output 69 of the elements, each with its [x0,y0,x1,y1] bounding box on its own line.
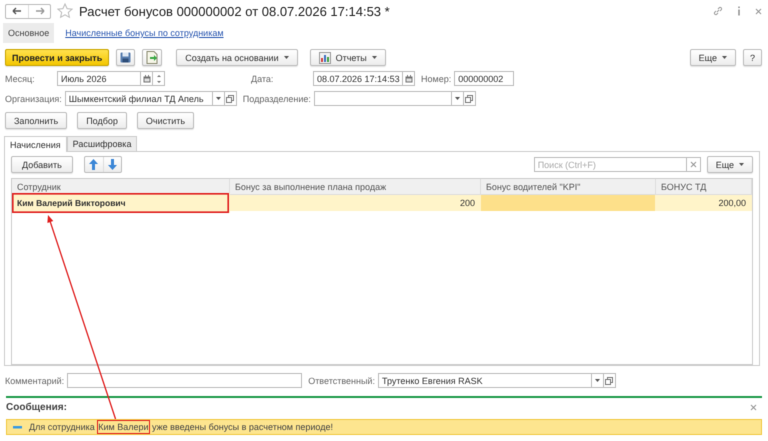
caret-icon [594,379,600,382]
open-window-icon[interactable] [226,94,234,102]
collapse-icon[interactable] [13,426,22,428]
action-button[interactable]: Очистить [136,112,194,129]
close-icon[interactable] [750,404,757,410]
date-field[interactable]: 08.07.2026 17:14:53 [313,71,403,86]
calendar-icon[interactable] [404,74,412,82]
calendar-icon[interactable] [142,74,150,82]
caret-icon [454,97,460,100]
section-link[interactable]: Начисленные бонусы по сотрудникам [60,23,229,43]
comment-field[interactable] [67,373,302,388]
section-tab[interactable]: Основное [3,23,54,43]
save-button[interactable] [116,49,136,66]
field-label: Комментарий: [5,376,64,386]
open-window-icon[interactable] [605,376,614,384]
organization-field[interactable]: Шымкентский филиал ТД Апель [64,91,213,106]
field-label: Ответственный: [308,376,375,386]
menu-button[interactable]: Отчеты [310,49,386,66]
tab[interactable]: Расшифровка [66,136,138,151]
field-label: Дата: [251,74,274,84]
department-field[interactable] [314,91,452,106]
help-button[interactable]: ? [742,49,762,66]
caret-icon [216,97,221,100]
action-button[interactable]: Заполнить [5,112,68,129]
star-icon[interactable] [57,3,73,19]
spin-icon[interactable] [156,74,160,84]
search-field[interactable]: Поиск (Ctrl+F) [534,157,687,172]
table-cell[interactable]: Ким Валерий Викторович [12,193,230,213]
field-label: Организация: [5,94,62,104]
message-text: уже введены бонусы в расчетном периоде! [151,422,333,432]
column-header[interactable]: Бонус водителей "KPI" [481,179,656,195]
messages-title: Сообщения: [6,402,67,412]
column-header[interactable]: БОНУС ТД [656,179,752,195]
report-icon [318,52,331,64]
forward-arrow-icon[interactable] [34,7,44,15]
clear-icon[interactable] [690,161,697,168]
document-arrow-icon[interactable] [146,51,158,64]
close-icon[interactable] [755,8,762,14]
window-title: Расчет бонусов 000000002 от 08.07.2026 17:14:53 * [79,4,390,18]
menu-button[interactable]: Создать на основании [176,49,298,66]
back-arrow-icon[interactable] [12,7,22,15]
field-label: Месяц: [5,74,36,84]
link-icon[interactable] [713,6,723,16]
field-label: Номер: [421,74,452,84]
save-icon[interactable] [120,52,132,63]
month-field[interactable]: Июль 2026 [57,71,141,86]
post-button[interactable] [142,49,162,66]
table-cell[interactable]: 200 [230,195,481,211]
more-button[interactable]: Еще [690,49,736,66]
move-down-icon[interactable] [108,159,117,170]
caret-icon [739,163,744,166]
field-label: Подразделение: [242,94,311,104]
message-text: Для сотрудника [29,422,96,432]
add-button[interactable]: Добавить [11,156,73,173]
caret-icon [372,56,377,59]
highlighted-name: Ким Валери [97,420,150,434]
tab[interactable]: Начисления [4,136,67,152]
post-and-close-button[interactable]: Провести и закрыть [5,49,110,66]
caret-icon [284,56,289,59]
column-header[interactable]: Бонус за выполнение плана продаж [230,179,481,195]
number-field[interactable]: 000000002 [454,71,514,86]
table-cell[interactable]: 200,00 [656,195,752,211]
open-window-icon[interactable] [465,94,474,102]
action-button[interactable]: Подбор [77,112,127,129]
move-up-icon[interactable] [89,159,98,170]
responsible-field[interactable]: Трутенко Евгения RASK [378,373,592,388]
table-cell[interactable] [481,195,656,211]
more-button[interactable]: Еще [706,156,753,173]
caret-icon [722,56,727,59]
